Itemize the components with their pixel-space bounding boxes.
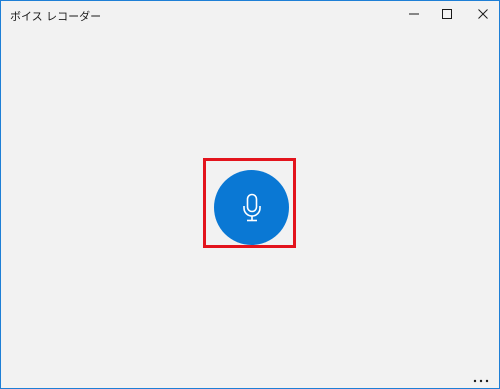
more-button[interactable] [469,374,493,388]
minimize-button[interactable] [397,1,431,27]
main-content [1,31,499,388]
more-icon [473,379,489,383]
app-title: ボイス レコーダー [10,10,102,23]
voice-recorder-window: ボイス レコーダー [0,0,500,389]
microphone-icon [242,193,261,221]
maximize-button[interactable] [430,1,464,27]
maximize-icon [442,9,452,19]
title-bar[interactable]: ボイス レコーダー [1,1,499,31]
close-icon [478,9,488,19]
close-button[interactable] [466,1,499,27]
minimize-icon [409,13,419,15]
record-button[interactable] [214,170,289,245]
